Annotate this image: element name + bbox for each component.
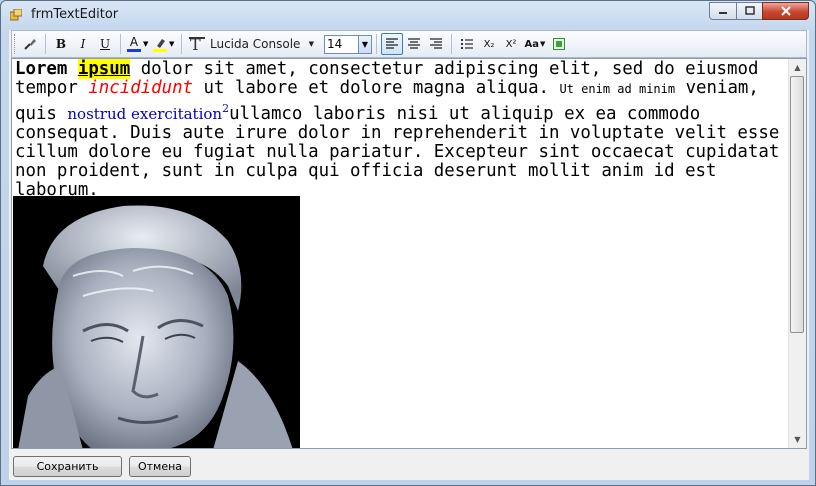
- change-case-button[interactable]: Aa ▼: [522, 33, 548, 55]
- align-center-button[interactable]: [403, 33, 425, 55]
- align-left-button[interactable]: [381, 33, 403, 55]
- close-button[interactable]: [762, 2, 809, 20]
- highlighter-icon: [153, 39, 167, 52]
- bullet-list-icon: [461, 39, 473, 49]
- font-size-combo[interactable]: 14 ▼: [324, 34, 372, 54]
- highlight-button[interactable]: [151, 33, 169, 55]
- scroll-down-icon[interactable]: ▼: [789, 431, 806, 448]
- chevron-down-icon: ▼: [308, 40, 314, 48]
- maximize-icon: [744, 6, 755, 15]
- font-color-dropdown-icon[interactable]: ▼: [143, 40, 151, 48]
- cancel-button[interactable]: Отмена: [129, 456, 191, 477]
- superscript-button[interactable]: X²: [500, 33, 522, 55]
- portrait-image: [13, 196, 300, 448]
- font-size-dropdown-icon[interactable]: ▼: [358, 35, 371, 53]
- rich-text-editor[interactable]: Lorem ipsum dolor sit amet, consectetur …: [11, 58, 807, 449]
- maximize-button[interactable]: [736, 2, 763, 20]
- subscript-button[interactable]: X₂: [478, 33, 500, 55]
- superscript-text: 2: [222, 102, 230, 115]
- highlighted-text: ipsum: [77, 59, 131, 79]
- align-center-icon: [408, 38, 420, 49]
- body-text-2: ut labore et dolore magna aliqua.: [203, 78, 550, 98]
- bold-text: Lorem: [15, 59, 68, 79]
- clear-format-button[interactable]: [19, 33, 41, 55]
- window-title: frmTextEditor: [31, 7, 119, 22]
- client-area: B I U A ▼ ▼ T Lucida Console ▼ 14 ▼ X₂ X…: [9, 30, 809, 480]
- change-case-dropdown-icon: ▼: [540, 40, 546, 48]
- font-name-select[interactable]: Lucida Console ▼: [208, 34, 320, 54]
- scroll-up-icon[interactable]: ▲: [789, 59, 806, 76]
- highlight-dropdown-icon[interactable]: ▼: [169, 40, 177, 48]
- document-text[interactable]: Lorem ipsum dolor sit amet, consectetur …: [15, 59, 790, 200]
- font-icon: T: [186, 33, 208, 55]
- align-right-button[interactable]: [425, 33, 447, 55]
- blue-serif-text: nostrud exercitation: [67, 104, 223, 123]
- brush-icon: [24, 39, 36, 50]
- font-size-value: 14: [327, 37, 343, 51]
- align-right-icon: [430, 38, 442, 49]
- font-color-button[interactable]: A: [125, 33, 143, 55]
- align-left-icon: [386, 38, 398, 49]
- minimize-icon: [719, 12, 727, 14]
- close-icon: [780, 6, 791, 16]
- font-color-swatch: [127, 49, 141, 52]
- bold-button[interactable]: B: [50, 33, 72, 55]
- font-name-value: Lucida Console: [210, 37, 301, 51]
- title-bar[interactable]: frmTextEditor: [1, 1, 815, 29]
- bullets-button[interactable]: [456, 33, 478, 55]
- red-italic-text: incididunt: [88, 78, 194, 98]
- font-color-letter: A: [129, 35, 139, 49]
- save-button[interactable]: Сохранить: [13, 456, 122, 477]
- app-icon: [10, 9, 22, 21]
- scroll-thumb[interactable]: [790, 76, 804, 333]
- minimize-button[interactable]: [709, 2, 737, 20]
- italic-button[interactable]: I: [72, 33, 94, 55]
- underline-button[interactable]: U: [94, 33, 116, 55]
- change-case-label: Aa: [524, 38, 540, 50]
- bust-picture: [13, 196, 300, 448]
- small-text: Ut enim ad minim: [559, 82, 676, 96]
- editor-window: frmTextEditor B I U A ▼ ▼ T Lucida Conso…: [0, 0, 816, 486]
- formatting-toolbar: B I U A ▼ ▼ T Lucida Console ▼ 14 ▼ X₂ X…: [11, 30, 807, 58]
- insert-image-button[interactable]: [548, 33, 570, 55]
- vertical-scrollbar[interactable]: ▲ ▼: [788, 59, 806, 448]
- picture-icon: [553, 38, 565, 50]
